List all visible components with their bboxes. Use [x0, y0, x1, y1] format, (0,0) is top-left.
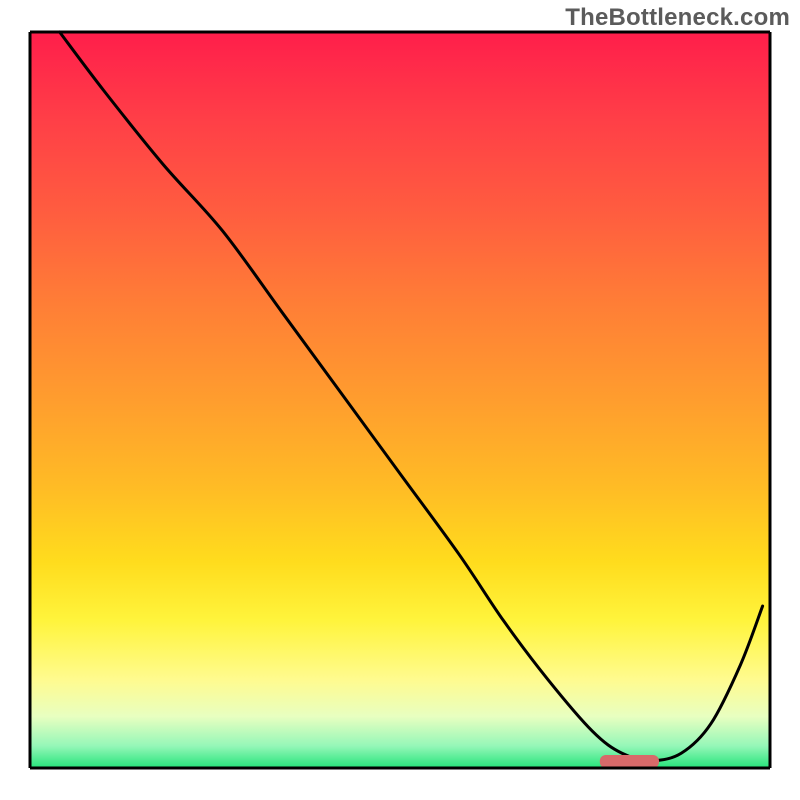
- bottleneck-chart: [0, 0, 800, 800]
- gradient-background: [30, 32, 770, 768]
- plot-area: [30, 32, 770, 768]
- bottom-marker: [600, 755, 659, 768]
- watermark-text: TheBottleneck.com: [565, 4, 790, 32]
